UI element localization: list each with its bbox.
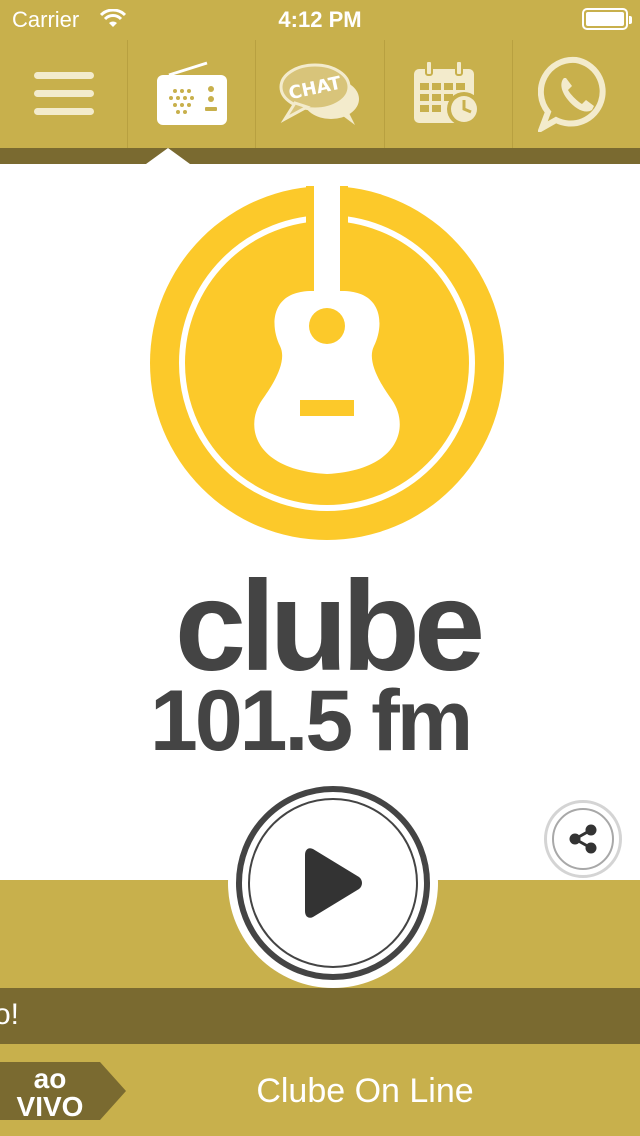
active-tab-pointer (146, 148, 190, 164)
play-icon (305, 848, 362, 918)
clube-fm-logo: clube 101.5 fm (150, 186, 504, 766)
chat-bubble-icon: CHAT (279, 63, 359, 125)
ao-vivo-line1: ao (34, 1063, 67, 1094)
schedule-button[interactable] (385, 40, 513, 148)
clock: 4:12 PM (278, 7, 362, 32)
whatsapp-icon (538, 56, 607, 132)
chat-button[interactable]: CHAT (256, 40, 385, 148)
battery-icon (582, 8, 632, 30)
radio-icon (156, 61, 227, 125)
now-playing-bar: ao VIVO Clube On Line (0, 1044, 640, 1136)
ticker-text: o! (0, 998, 20, 1031)
top-toolbar: CHAT (0, 40, 640, 148)
share-button[interactable] (544, 800, 622, 878)
hamburger-menu-icon (33, 72, 94, 115)
logo-frequency: 101.5 fm (150, 673, 470, 766)
station-name: Clube On Line (256, 1072, 474, 1110)
ao-vivo-line2: VIVO (17, 1091, 84, 1120)
play-button[interactable] (236, 786, 430, 980)
ao-vivo-badge: ao VIVO (0, 1062, 126, 1120)
toolbar-divider (0, 148, 640, 164)
calendar-clock-icon (414, 60, 482, 126)
status-bar: Carrier 4:12 PM (0, 0, 640, 40)
radio-tab-button[interactable] (128, 40, 257, 148)
share-icon (569, 824, 597, 854)
whatsapp-button[interactable] (513, 40, 640, 148)
news-ticker: o! (0, 988, 640, 1044)
menu-button[interactable] (0, 40, 129, 148)
